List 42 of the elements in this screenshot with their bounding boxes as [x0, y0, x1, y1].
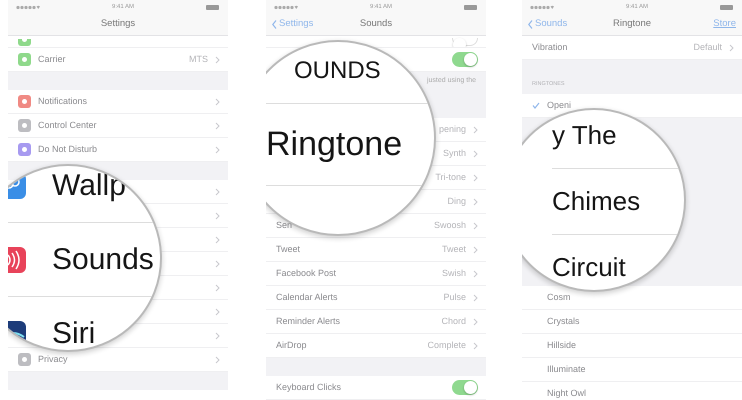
magnified-text: Siri [52, 316, 96, 350]
row-value: Default [693, 40, 722, 54]
row-value: Swoosh [434, 218, 466, 232]
row-value: Complete [427, 338, 466, 352]
row-label: Control Center [38, 118, 97, 132]
row-label: Reminder Alerts [276, 314, 340, 328]
row-label: Privacy [38, 352, 68, 366]
magnified-text: OUNDS [294, 56, 381, 86]
row-label: Illuminate [547, 362, 586, 376]
row-label: Openi [547, 98, 572, 112]
screen-title: Settings [100, 17, 136, 32]
magnified-text: y The [552, 119, 617, 152]
magnified-text: Circuit [552, 251, 626, 284]
row-label: Hillside [547, 338, 576, 352]
row-value: Tri-tone [435, 170, 466, 184]
row-label: Notifications [38, 94, 88, 108]
row-value: Synth [442, 146, 466, 160]
row-label: Facebook Post [276, 266, 336, 280]
row-label: Carrier [38, 52, 66, 66]
row-label: AirDrop [276, 338, 307, 352]
magnified-text: Ringtone [266, 124, 402, 165]
row-label: Crystals [547, 314, 580, 328]
row-label: Cosm [547, 290, 571, 304]
row-value: Swish [442, 266, 466, 280]
row-label: Calendar Alerts [276, 290, 338, 304]
row-label: Night Owl [547, 386, 586, 400]
row-label: Do Not Disturb [38, 142, 98, 156]
magnified-text: Sounds [52, 242, 154, 278]
row-value: MTS [189, 52, 208, 66]
screen-title: Sounds [360, 17, 392, 32]
row-value: Chord [441, 314, 466, 328]
magnified-text: Wallp [52, 168, 126, 204]
row-value: Tweet [442, 242, 466, 256]
magnified-text: Chimes [552, 185, 640, 218]
row-label: Sen [276, 218, 292, 232]
screen-title: Ringtone [612, 17, 652, 32]
row-label: Tweet [276, 242, 300, 256]
row-value: Pulse [443, 290, 466, 304]
row-value: pening [438, 122, 466, 136]
row-label: Vibration [532, 40, 568, 54]
row-value: Ding [447, 194, 466, 208]
row-label: Keyboard Clicks [276, 380, 342, 394]
